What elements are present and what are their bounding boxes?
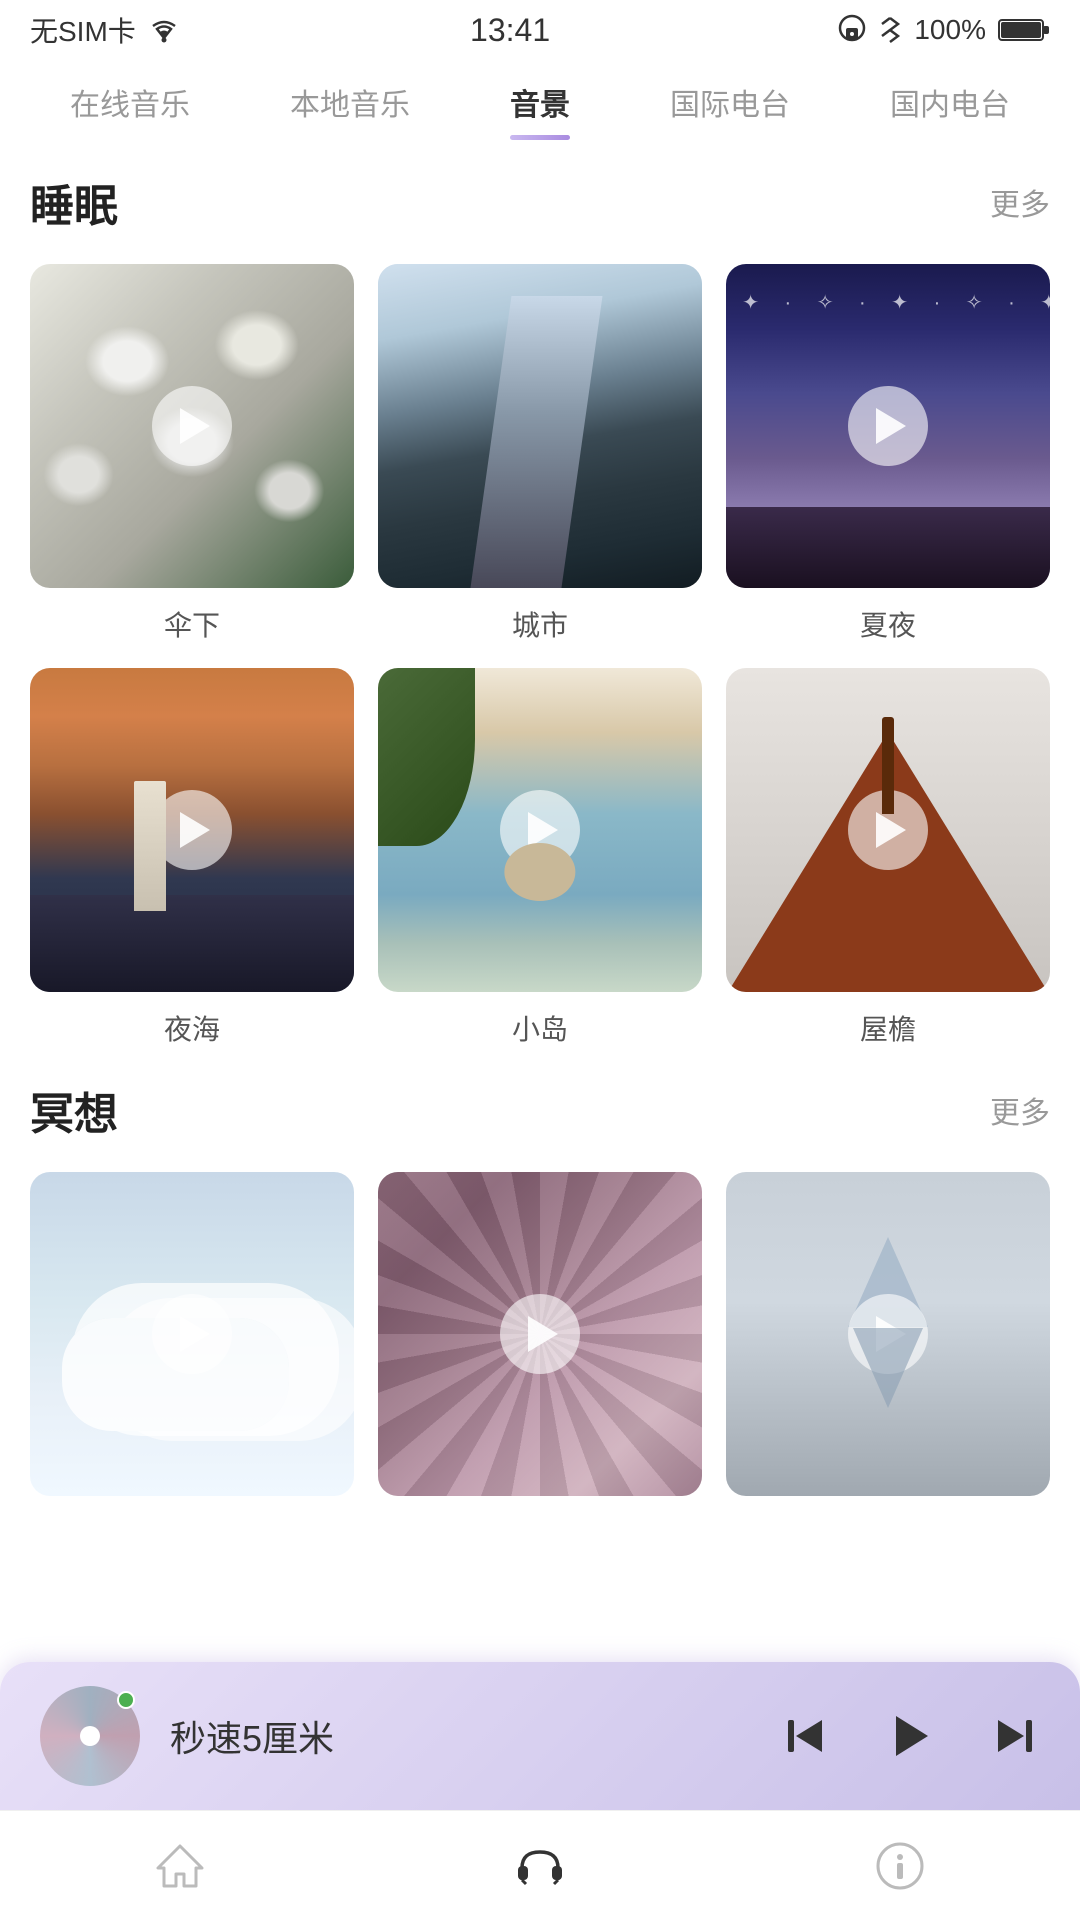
sleep-grid: 伞下 城市 夏夜 xyxy=(30,264,1050,1048)
island-thumb[interactable] xyxy=(378,668,702,992)
city-label: 城市 xyxy=(512,604,568,644)
eave-label: 屋檐 xyxy=(860,1008,916,1048)
meditation-more-button[interactable]: 更多 xyxy=(990,1088,1050,1132)
crystal-thumb[interactable] xyxy=(726,1172,1050,1496)
nav-home[interactable] xyxy=(0,1840,360,1892)
play-button[interactable] xyxy=(882,1708,938,1764)
play-icon xyxy=(882,1708,938,1764)
swirl-play-button[interactable] xyxy=(500,1294,580,1374)
eave-play-button[interactable] xyxy=(848,790,928,870)
nav-music[interactable] xyxy=(360,1838,720,1894)
play-icon xyxy=(876,408,906,444)
umbrella-play-button[interactable] xyxy=(152,386,232,466)
bottom-nav xyxy=(0,1810,1080,1920)
playback-controls xyxy=(780,1708,1040,1764)
previous-icon xyxy=(780,1710,832,1762)
city-play-button[interactable] xyxy=(500,386,580,466)
tab-online-music[interactable]: 在线音乐 xyxy=(60,80,200,140)
city-thumb[interactable] xyxy=(378,264,702,588)
play-icon xyxy=(528,1316,558,1352)
previous-button[interactable] xyxy=(780,1710,832,1762)
tab-cn-radio[interactable]: 国内电台 xyxy=(880,80,1020,140)
night-sea-label: 夜海 xyxy=(164,1008,220,1048)
play-icon xyxy=(180,408,210,444)
list-item: 夏夜 xyxy=(726,264,1050,644)
tab-intl-radio[interactable]: 国际电台 xyxy=(660,80,800,140)
next-button[interactable] xyxy=(988,1710,1040,1762)
now-playing-album-art[interactable] xyxy=(40,1686,140,1786)
list-item: 夜海 xyxy=(30,668,354,1048)
meditation-section-header: 冥想 更多 xyxy=(30,1078,1050,1142)
list-item: 屋檐 xyxy=(726,668,1050,1048)
sleep-section-header: 睡眠 更多 xyxy=(30,170,1050,234)
playing-indicator xyxy=(117,1691,135,1709)
tab-soundscape[interactable]: 音景 xyxy=(500,80,580,140)
meditation-grid xyxy=(30,1172,1050,1512)
clouds-thumb[interactable] xyxy=(30,1172,354,1496)
sleep-title: 睡眠 xyxy=(30,170,118,234)
battery-text: 100% xyxy=(914,14,986,46)
play-icon xyxy=(180,1316,210,1352)
sim-text: 无SIM卡 xyxy=(30,10,136,50)
bluetooth-icon xyxy=(878,14,902,46)
status-time: 13:41 xyxy=(470,12,550,49)
headphones-icon xyxy=(512,1838,568,1894)
meditation-title: 冥想 xyxy=(30,1078,118,1142)
tab-bar: 在线音乐 本地音乐 音景 国际电台 国内电台 xyxy=(0,60,1080,140)
status-bar: 无SIM卡 13:41 100% xyxy=(0,0,1080,60)
list-item xyxy=(378,1172,702,1512)
umbrella-label: 伞下 xyxy=(164,604,220,644)
list-item: 城市 xyxy=(378,264,702,644)
list-item xyxy=(30,1172,354,1512)
content-area: 睡眠 更多 伞下 城市 xyxy=(0,140,1080,1512)
list-item xyxy=(726,1172,1050,1512)
list-item: 小岛 xyxy=(378,668,702,1048)
night-sea-thumb[interactable] xyxy=(30,668,354,992)
night-thumb[interactable] xyxy=(726,264,1050,588)
clouds-play-button[interactable] xyxy=(152,1294,232,1374)
now-playing-title: 秒速5厘米 xyxy=(170,1710,750,1762)
island-play-button[interactable] xyxy=(500,790,580,870)
play-icon xyxy=(876,812,906,848)
sleep-more-button[interactable]: 更多 xyxy=(990,180,1050,224)
night-label: 夏夜 xyxy=(860,604,916,644)
play-icon xyxy=(876,1316,906,1352)
play-icon xyxy=(528,408,558,444)
play-icon xyxy=(528,812,558,848)
wifi-icon xyxy=(146,16,182,44)
now-playing-bar: 秒速5厘米 xyxy=(0,1662,1080,1810)
lock-icon xyxy=(838,14,866,46)
umbrella-thumb[interactable] xyxy=(30,264,354,588)
home-icon xyxy=(154,1840,206,1892)
info-icon xyxy=(874,1840,926,1892)
nav-info[interactable] xyxy=(720,1840,1080,1892)
crystal-play-button[interactable] xyxy=(848,1294,928,1374)
tab-local-music[interactable]: 本地音乐 xyxy=(280,80,420,140)
play-icon xyxy=(180,812,210,848)
eave-thumb[interactable] xyxy=(726,668,1050,992)
next-icon xyxy=(988,1710,1040,1762)
night-play-button[interactable] xyxy=(848,386,928,466)
list-item: 伞下 xyxy=(30,264,354,644)
battery-icon xyxy=(998,16,1050,44)
status-icons: 100% xyxy=(838,14,1050,46)
swirl-thumb[interactable] xyxy=(378,1172,702,1496)
night-sea-play-button[interactable] xyxy=(152,790,232,870)
status-signal: 无SIM卡 xyxy=(30,10,182,50)
island-label: 小岛 xyxy=(512,1008,568,1048)
